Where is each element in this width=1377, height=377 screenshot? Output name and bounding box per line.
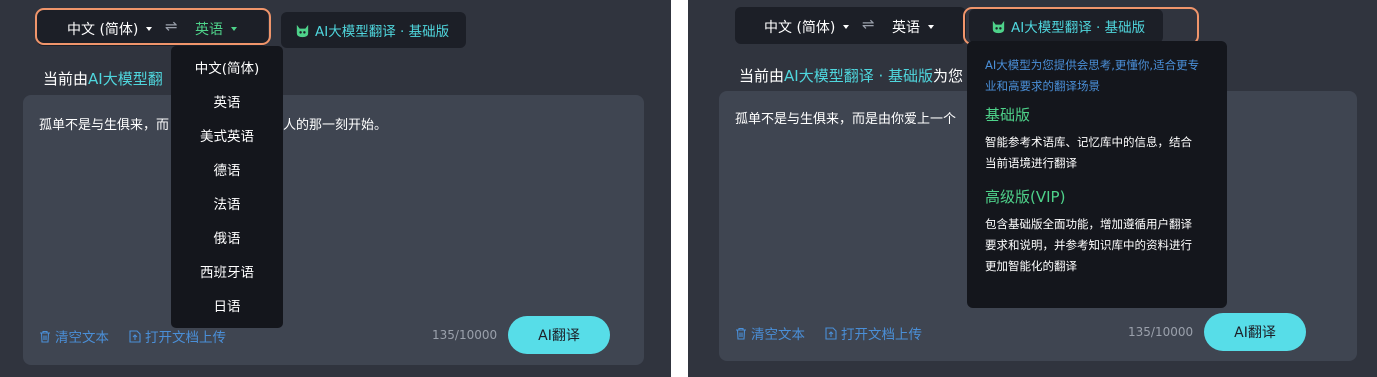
dropdown-option-spanish[interactable]: 西班牙语 xyxy=(171,254,283,288)
source-language-select[interactable]: 中文 (简体) xyxy=(67,19,153,39)
trash-icon xyxy=(736,327,746,340)
caret-down-icon xyxy=(231,27,237,31)
dropdown-option-american-english[interactable]: 美式英语 xyxy=(171,118,283,152)
left-screenshot-panel: 中文 (简体) ⇌ 英语 AI大模型翻译 · 基础版 当前由AI大模型翻翻译 孤… xyxy=(0,0,671,377)
clear-text-label: 清空文本 xyxy=(751,327,805,343)
dropdown-option-russian[interactable]: 俄语 xyxy=(171,220,283,254)
dropdown-option-english[interactable]: 英语 xyxy=(171,84,283,118)
upload-doc-icon xyxy=(129,330,141,343)
upload-document-label: 打开文档上传 xyxy=(145,330,226,346)
upload-document-button[interactable]: 打开文档上传 xyxy=(825,323,922,343)
source-text-part-2: 人的那一刻开始。 xyxy=(283,118,388,133)
current-engine-highlight: AI大模型翻 xyxy=(88,70,163,88)
caret-down-icon xyxy=(928,25,934,29)
upload-document-button[interactable]: 打开文档上传 xyxy=(129,326,226,346)
language-selector-bar: 中文 (简体) ⇌ 英语 xyxy=(37,9,268,46)
basic-edition-description: 智能参考术语库、记忆库中的信息，结合 当前语境进行翻译 xyxy=(985,132,1209,174)
popover-intro-line-2: 业和高要求的翻译场景 xyxy=(985,79,1100,93)
char-count: 135/10000 xyxy=(432,328,498,342)
vip-desc-line-2: 要求和说明，并参考知识库中的资料进行 xyxy=(985,238,1192,252)
caret-down-icon xyxy=(843,25,850,29)
robot-cat-icon xyxy=(296,24,309,37)
clear-text-label: 清空文本 xyxy=(55,330,109,346)
current-prefix: 当前由 xyxy=(43,70,89,88)
robot-cat-icon xyxy=(992,20,1005,33)
model-mode-label: AI大模型翻译 · 基础版 xyxy=(315,24,450,40)
current-suffix: 为您 xyxy=(933,67,964,85)
vip-desc-line-1: 包含基础版全面功能，增加遵循用户翻译 xyxy=(985,217,1192,231)
target-language-dropdown: 中文(简体) 英语 美式英语 德语 法语 俄语 西班牙语 日语 xyxy=(171,46,283,328)
model-mode-button[interactable]: AI大模型翻译 · 基础版 xyxy=(281,12,466,48)
popover-intro: AI大模型为您提供会思考,更懂你,适合更专 业和高要求的翻译场景 xyxy=(985,55,1209,97)
source-language-label: 中文 (简体) xyxy=(67,22,139,38)
target-language-select[interactable]: 英语 xyxy=(195,19,237,39)
source-language-label: 中文 (简体) xyxy=(764,20,836,36)
upload-document-label: 打开文档上传 xyxy=(841,327,922,343)
ai-translate-button[interactable]: AI翻译 xyxy=(508,316,610,354)
model-mode-button[interactable]: AI大模型翻译 · 基础版 xyxy=(969,9,1163,43)
trash-icon xyxy=(40,330,50,343)
current-engine-text: 当前由AI大模型翻译 · 基础版为您 xyxy=(739,65,963,86)
swap-arrows-icon[interactable]: ⇌ xyxy=(165,17,178,35)
clear-text-button[interactable]: 清空文本 xyxy=(39,326,109,346)
target-language-label: 英语 xyxy=(195,22,223,38)
language-selector-bar: 中文 (简体) ⇌ 英语 xyxy=(735,7,966,44)
basic-edition-title: 基础版 xyxy=(985,106,1031,124)
mode-info-popover: AI大模型为您提供会思考,更懂你,适合更专 业和高要求的翻译场景 基础版 智能参… xyxy=(967,41,1227,308)
source-text-editor[interactable]: 孤单不是与生俱来，而 人的那一刻开始。 清空文本 打开文档上传 135/1000… xyxy=(23,95,644,365)
vip-edition-description: 包含基础版全面功能，增加遵循用户翻译 要求和说明，并参考知识库中的资料进行 更加… xyxy=(985,214,1209,277)
right-screenshot-panel: 中文 (简体) ⇌ 英语 AI大模型翻译 · 基础版 当前由AI大模型翻译 · … xyxy=(688,0,1377,377)
current-prefix: 当前由 xyxy=(739,67,785,85)
model-mode-label: AI大模型翻译 · 基础版 xyxy=(1011,20,1146,36)
dropdown-option-chinese-simplified[interactable]: 中文(简体) xyxy=(171,50,283,84)
dropdown-option-german[interactable]: 德语 xyxy=(171,152,283,186)
vip-desc-line-3: 更加智能化的翻译 xyxy=(985,259,1077,273)
target-language-select[interactable]: 英语 xyxy=(892,17,934,37)
basic-desc-line-1: 智能参考术语库、记忆库中的信息，结合 xyxy=(985,135,1192,149)
ai-translate-button[interactable]: AI翻译 xyxy=(1204,313,1306,351)
swap-arrows-icon[interactable]: ⇌ xyxy=(862,15,875,33)
char-count: 135/10000 xyxy=(1128,325,1194,339)
popover-intro-line-1: AI大模型为您提供会思考,更懂你,适合更专 xyxy=(985,58,1200,72)
caret-down-icon xyxy=(146,27,153,31)
basic-desc-line-2: 当前语境进行翻译 xyxy=(985,156,1077,170)
source-text: 孤单不是与生俱来，而是由你爱上一个 xyxy=(735,112,957,127)
target-language-label: 英语 xyxy=(892,20,920,36)
source-language-select[interactable]: 中文 (简体) xyxy=(764,17,850,37)
clear-text-button[interactable]: 清空文本 xyxy=(735,323,805,343)
dropdown-option-french[interactable]: 法语 xyxy=(171,186,283,220)
upload-doc-icon xyxy=(825,327,837,340)
current-engine-highlight: AI大模型翻译 · 基础版 xyxy=(784,67,934,85)
vip-edition-title: 高级版(VIP) xyxy=(985,188,1066,206)
dropdown-option-japanese[interactable]: 日语 xyxy=(171,288,283,322)
source-text-part-1: 孤单不是与生俱来，而 xyxy=(39,118,170,133)
